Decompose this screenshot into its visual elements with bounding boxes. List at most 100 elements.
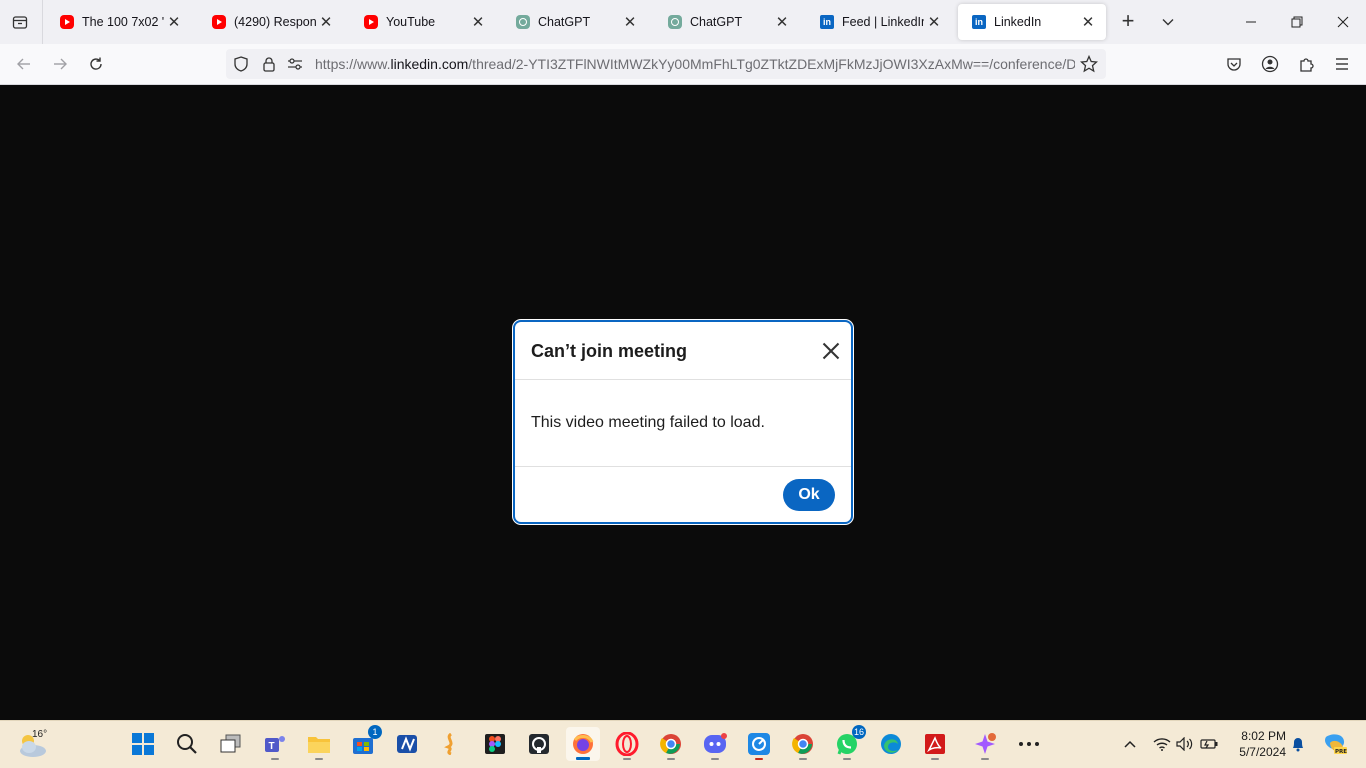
visual-studio-code-icon[interactable] [390,727,424,761]
dialog-header: Can’t join meeting [515,322,851,380]
microsoft-teams-icon[interactable]: T [258,727,292,761]
tab-title: ChatGPT [538,15,591,29]
firefox-icon[interactable] [566,727,600,761]
close-tab-icon[interactable]: ✕ [620,12,640,32]
system-clock[interactable]: 8:02 PM 5/7/2024 [1230,728,1286,760]
dialog-message: This video meeting failed to load. [531,414,765,431]
chrome-profile-2-icon[interactable] [786,727,820,761]
restore-window-icon[interactable] [1282,8,1312,36]
discord-icon[interactable] [698,727,732,761]
wifi-icon[interactable] [1151,733,1173,755]
app-running-indicator [755,758,763,760]
task-view-icon[interactable] [214,727,248,761]
bookmark-star-icon[interactable] [1080,55,1098,73]
dialog-footer-divider [515,466,851,467]
microsoft-store-icon[interactable]: 1 [346,725,382,761]
url-text[interactable]: https://www.linkedin.com/thread/2-YTI3ZT… [315,56,1075,72]
close-tab-icon[interactable]: ✕ [164,12,184,32]
volume-icon[interactable] [1174,733,1196,755]
tracking-protection-shield-icon[interactable] [232,55,250,73]
minimize-window-icon[interactable] [1236,8,1266,36]
windows-taskbar: 16° T 1 16 8:02 PM 5/7/2024 PRE [0,720,1366,768]
hamburger-menu-icon[interactable] [1328,50,1356,78]
adobe-acrobat-icon[interactable] [918,727,952,761]
youtube-icon [212,15,226,29]
app-running-indicator [711,758,719,760]
microsoft-edge-icon[interactable] [874,727,908,761]
battery-icon[interactable] [1198,733,1220,755]
tab-list-icon[interactable] [6,8,34,36]
youtube-icon [60,15,74,29]
tab-youtube[interactable]: YouTube ✕ [350,4,496,40]
close-window-icon[interactable] [1328,8,1358,36]
more-apps-icon[interactable] [1012,727,1046,761]
linkedin-icon: in [820,15,834,29]
linkedin-icon: in [972,15,986,29]
notification-bell-icon[interactable] [1287,733,1309,755]
show-hidden-icons-chevron-icon[interactable] [1119,733,1141,755]
tab-divider [42,0,43,44]
svg-text:PRE: PRE [1335,749,1347,755]
list-all-tabs-icon[interactable] [1156,10,1180,34]
app-running-indicator [931,758,939,760]
forward-arrow-icon[interactable] [46,50,74,78]
figma-icon[interactable] [478,727,512,761]
close-dialog-icon[interactable] [819,339,843,363]
reload-icon[interactable] [82,50,110,78]
app-running-indicator [981,758,989,760]
lock-icon[interactable] [260,55,278,73]
tab-linkedin-active[interactable]: in LinkedIn ✕ [958,4,1106,40]
copilot-pre-icon[interactable]: PRE [1322,733,1348,755]
url-host: linkedin.com [390,56,469,72]
whatsapp-icon[interactable]: 16 [830,725,866,761]
close-tab-icon[interactable]: ✕ [1078,12,1098,32]
close-tab-icon[interactable]: ✕ [316,12,336,32]
youtube-icon [364,15,378,29]
app-running-indicator [623,758,631,760]
whatsapp-badge: 16 [851,725,866,739]
ok-button[interactable]: Ok [783,479,835,511]
tab-strip: The 100 7x02 "The ✕ (4290) Responsive ✕ … [0,0,1366,44]
close-tab-icon[interactable]: ✕ [468,12,488,32]
clock-date: 5/7/2024 [1239,745,1286,759]
app-active-indicator [576,757,590,760]
navigation-toolbar: https://www.linkedin.com/thread/2-YTI3ZT… [0,44,1366,85]
opera-icon[interactable] [610,727,644,761]
chrome-profile-1-icon[interactable] [654,727,688,761]
tab-title: ChatGPT [690,15,743,29]
pocket-icon[interactable] [1220,50,1248,78]
svg-text:T: T [269,741,275,752]
bracket-app-icon[interactable] [434,727,468,761]
tab-linkedin-feed[interactable]: in Feed | LinkedIn ✕ [806,4,952,40]
weather-temperature: 16° [32,729,48,740]
tab-title: (4290) Responsive [234,15,316,29]
tab-chatgpt-2[interactable]: ChatGPT ✕ [654,4,800,40]
account-icon[interactable] [1256,50,1284,78]
close-tab-icon[interactable]: ✕ [924,12,944,32]
github-icon[interactable] [522,727,556,761]
back-arrow-icon[interactable] [10,50,38,78]
app-running-indicator [315,758,323,760]
url-path: /thread/2-YTI3ZTFlNWItMWZkYy00MmFhLTg0ZT… [468,56,1075,72]
tab-youtube-responsive[interactable]: (4290) Responsive ✕ [198,4,344,40]
tab-chatgpt-1[interactable]: ChatGPT ✕ [502,4,648,40]
url-prefix: https://www. [315,56,391,72]
copilot-icon[interactable] [968,727,1002,761]
search-icon[interactable] [170,727,204,761]
file-explorer-icon[interactable] [302,727,336,761]
permissions-icon[interactable] [286,55,304,73]
close-tab-icon[interactable]: ✕ [772,12,792,32]
chatgpt-icon [668,15,682,29]
app-running-indicator [799,758,807,760]
new-tab-button[interactable]: + [1116,10,1140,34]
cant-join-meeting-dialog: Can’t join meeting This video meeting fa… [513,320,853,524]
address-bar[interactable]: https://www.linkedin.com/thread/2-YTI3ZT… [226,49,1106,79]
windows-start-icon[interactable] [126,727,160,761]
extensions-icon[interactable] [1292,50,1320,78]
tab-youtube-the100[interactable]: The 100 7x02 "The ✕ [46,4,192,40]
clock-time: 8:02 PM [1241,729,1286,743]
app-running-indicator [667,758,675,760]
tab-title: Feed | LinkedIn [842,15,924,29]
app-running-indicator [843,758,851,760]
snipping-tool-icon[interactable] [742,727,776,761]
